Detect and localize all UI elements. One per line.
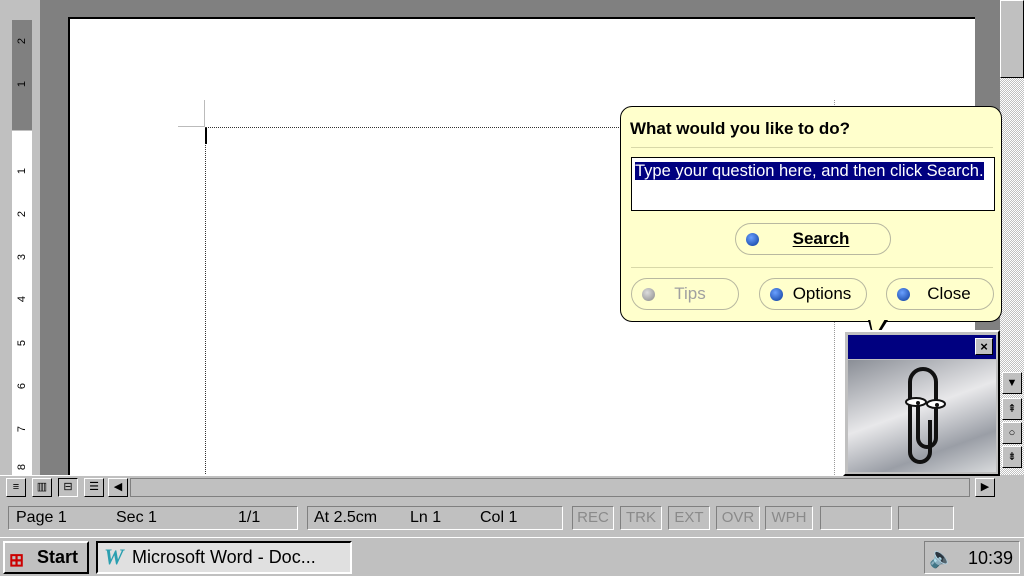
options-button[interactable]: Options xyxy=(759,278,867,310)
ruler-number: 2 xyxy=(16,37,28,45)
horizontal-scroll-track[interactable] xyxy=(130,478,970,497)
bullet-icon xyxy=(770,288,783,301)
system-tray: 🔈 10:39 xyxy=(924,541,1020,574)
ruler-number: 1 xyxy=(16,80,28,88)
rec-indicator[interactable]: REC xyxy=(572,506,614,530)
normal-view-button[interactable]: ≡ xyxy=(6,478,26,497)
status-column: Col 1 xyxy=(480,509,518,526)
close-button[interactable]: Close xyxy=(886,278,994,310)
bullet-icon xyxy=(746,233,759,246)
scroll-down-button[interactable]: ▼ xyxy=(1002,372,1022,394)
text-cursor xyxy=(205,128,207,144)
bullet-icon xyxy=(897,288,910,301)
start-button[interactable]: ⊞ Start xyxy=(3,541,89,574)
word-app-icon: W xyxy=(104,544,124,569)
status-section: Sec 1 xyxy=(116,509,157,526)
ovr-indicator[interactable]: OVR xyxy=(716,506,760,530)
status-line: Ln 1 xyxy=(410,509,442,526)
status-page: Page 1 xyxy=(16,509,67,526)
wph-indicator[interactable]: WPH xyxy=(765,506,813,530)
scroll-thumb[interactable] xyxy=(1000,0,1024,78)
ruler-number: 1 xyxy=(16,167,28,175)
ruler-number: 2 xyxy=(16,210,28,218)
ruler-number: 5 xyxy=(16,339,28,347)
scroll-right-button[interactable]: ▶ xyxy=(975,478,995,497)
status-bar: Page 1 Sec 1 1/1 At 2.5cm Ln 1 Col 1 REC… xyxy=(0,503,1024,533)
next-page-button[interactable]: ⇟ xyxy=(1002,446,1022,468)
balloon-title: What would you like to do? xyxy=(630,119,851,138)
taskbar-word-label: Microsoft Word - Doc... xyxy=(132,547,316,567)
ruler-number: 3 xyxy=(16,253,28,261)
ruler-number: 4 xyxy=(16,295,28,303)
clock[interactable]: 10:39 xyxy=(968,548,1013,569)
taskbar-word-button[interactable]: W Microsoft Word - Doc... xyxy=(96,541,352,574)
text-boundary-left xyxy=(205,128,206,476)
paperclip-assistant-icon xyxy=(905,367,946,464)
question-input[interactable]: Type your question here, and then click … xyxy=(631,157,995,211)
divider xyxy=(631,147,993,148)
outline-view-button[interactable]: ☰ xyxy=(84,478,104,497)
search-button[interactable]: Search xyxy=(735,223,891,255)
status-at: At 2.5cm xyxy=(314,509,378,526)
ruler-number: 6 xyxy=(16,382,28,390)
previous-page-button[interactable]: ⇞ xyxy=(1002,398,1022,420)
windows-logo-icon: ⊞ xyxy=(9,550,25,570)
scroll-left-button[interactable]: ◀ xyxy=(108,478,128,497)
margin-corner-mark xyxy=(204,100,205,127)
text-boundary-top xyxy=(205,127,625,128)
status-page-count: 1/1 xyxy=(238,509,261,526)
bullet-icon xyxy=(642,288,655,301)
question-text: Type your question here, and then click … xyxy=(635,162,984,180)
office-assistant-balloon: What would you like to do? Type your que… xyxy=(620,106,1002,322)
status-empty-panel xyxy=(898,506,954,530)
clippy-stage[interactable] xyxy=(848,360,996,472)
print-layout-view-button[interactable]: ⊟ xyxy=(58,478,78,497)
tips-button[interactable]: Tips xyxy=(631,278,739,310)
ruler-number: 8 xyxy=(16,463,28,471)
web-layout-view-button[interactable]: ▥ xyxy=(32,478,52,497)
start-label: Start xyxy=(37,547,79,567)
office-assistant-window[interactable]: × xyxy=(843,330,1000,476)
trk-indicator[interactable]: TRK xyxy=(620,506,662,530)
select-browse-object-button[interactable]: ○ xyxy=(1002,422,1022,444)
ext-indicator[interactable]: EXT xyxy=(668,506,710,530)
horizontal-scrollbar-area: ≡ ▥ ⊟ ☰ ◀ ▶ xyxy=(0,475,1000,497)
speaker-icon[interactable]: 🔈 xyxy=(929,545,954,570)
assistant-title-bar[interactable]: × xyxy=(848,335,996,359)
taskbar: ⊞ Start W Microsoft Word - Doc... 🔈 10:3… xyxy=(0,537,1024,576)
status-empty-panel xyxy=(820,506,892,530)
margin-corner-mark xyxy=(178,126,205,127)
ruler-number: 7 xyxy=(16,425,28,433)
close-icon[interactable]: × xyxy=(975,338,993,355)
vertical-ruler[interactable]: 2 1 1 2 3 4 5 6 7 8 xyxy=(8,18,36,476)
divider xyxy=(631,267,993,268)
